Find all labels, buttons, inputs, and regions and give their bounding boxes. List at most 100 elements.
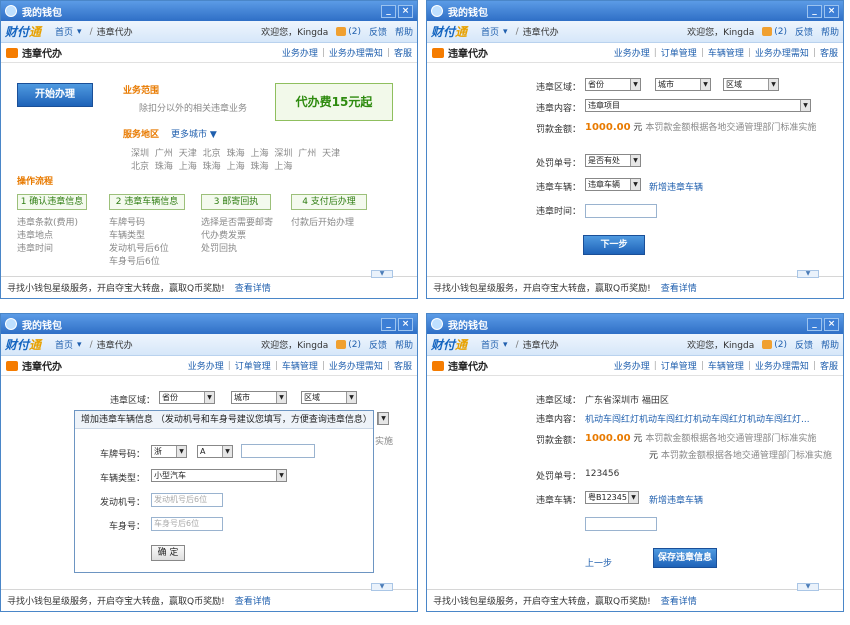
close-button[interactable]: × [824, 317, 839, 331]
plate-province-select[interactable]: 浙 ▼ [151, 445, 187, 458]
help-link[interactable]: 帮助 [821, 338, 839, 351]
more-cities-link[interactable]: 更多城市 ▼ [171, 127, 217, 140]
add-vehicle-link[interactable]: 新增违章车辆 [649, 493, 703, 506]
vehicle-select[interactable]: 违章车辆 ▼ [585, 178, 641, 191]
tab-business[interactable]: 业务办理 [614, 46, 650, 59]
chevron-down-icon: ▼ [276, 470, 286, 481]
collapse-toggle[interactable]: ▼ [371, 583, 393, 591]
footer-details-link[interactable]: 查看详情 [661, 281, 697, 294]
plate-letter-select[interactable]: A ▼ [197, 445, 233, 458]
step-2: 2 违章车辆信息 [109, 194, 185, 210]
footer-text: 寻找小钱包星级服务，开启夺宝大转盘，赢取Q币奖励! [433, 597, 651, 607]
tab-vehicles[interactable]: 车辆管理 [708, 359, 744, 372]
minimize-button[interactable]: _ [807, 4, 822, 18]
chevron-down-icon: ▼ [222, 446, 232, 457]
tab-business[interactable]: 业务办理 [188, 359, 224, 372]
help-link[interactable]: 帮助 [395, 25, 413, 38]
minimize-button[interactable]: _ [381, 317, 396, 331]
tab-notice[interactable]: 业务办理需知 [329, 359, 383, 372]
messages-link[interactable]: (2) [762, 339, 787, 350]
ticket-select[interactable]: 是否有处 ▼ [585, 154, 641, 167]
tab-service[interactable]: 客服 [820, 46, 838, 59]
start-button[interactable]: 开始办理 [17, 83, 93, 107]
help-link[interactable]: 帮助 [821, 25, 839, 38]
vehicle-type-select[interactable]: 小型汽车 ▼ [151, 469, 287, 482]
tab-vehicles[interactable]: 车辆管理 [708, 46, 744, 59]
confirm-button[interactable]: 确 定 [151, 545, 185, 561]
messages-link[interactable]: (2) [336, 339, 361, 350]
content-select[interactable]: 违章项目 ▼ [585, 99, 811, 112]
fine-label: 罚款金额： [535, 436, 581, 446]
tab-orders[interactable]: 订单管理 [661, 359, 697, 372]
chevron-down-icon[interactable]: ▾ [503, 27, 508, 37]
messages-link[interactable]: (2) [762, 26, 787, 37]
feedback-link[interactable]: 反馈 [795, 25, 813, 38]
footer-details-link[interactable]: 查看详情 [235, 594, 271, 607]
chevron-down-icon[interactable]: ▾ [503, 340, 508, 350]
nav-home-link[interactable]: 首页 [481, 338, 499, 351]
close-button[interactable]: × [398, 317, 413, 331]
tab-service[interactable]: 客服 [820, 359, 838, 372]
city-select[interactable]: 城市 ▼ [655, 78, 711, 91]
tab-service[interactable]: 客服 [394, 359, 412, 372]
province-select[interactable]: 省份 ▼ [585, 78, 641, 91]
tab-notice[interactable]: 业务办理需知 [755, 359, 809, 372]
collapse-toggle[interactable]: ▼ [371, 270, 393, 278]
section-header: 违章代办 业务办理 | 业务办理需知 | 客服 [1, 43, 417, 63]
tab-service[interactable]: 客服 [394, 46, 412, 59]
chevron-down-icon[interactable]: ▾ [77, 340, 82, 350]
minimize-button[interactable]: _ [807, 317, 822, 331]
nav-home-link[interactable]: 首页 [481, 25, 499, 38]
add-vehicle-link[interactable]: 新增违章车辆 [649, 180, 703, 193]
window-titlebar: 我的钱包 _ × [427, 314, 843, 334]
district-select[interactable]: 区域 ▼ [723, 78, 779, 91]
window-titlebar: 我的钱包 _ × [427, 1, 843, 21]
minimize-button[interactable]: _ [381, 4, 396, 18]
window-titlebar: 我的钱包 _ × [1, 314, 417, 334]
nav-bar: 财付通 首页 ▾ / 违章代办 欢迎您，Kingda (2) 反馈 帮助 [427, 21, 843, 43]
feedback-link[interactable]: 反馈 [369, 338, 387, 351]
chevron-down-icon[interactable]: ▾ [77, 27, 82, 37]
chevron-down-icon: ▼ [204, 392, 214, 403]
footer-details-link[interactable]: 查看详情 [661, 594, 697, 607]
window-title: 我的钱包 [448, 320, 488, 332]
nav-home-link[interactable]: 首页 [55, 338, 73, 351]
close-button[interactable]: × [398, 4, 413, 18]
feedback-link[interactable]: 反馈 [369, 25, 387, 38]
tab-notice[interactable]: 业务办理需知 [755, 46, 809, 59]
vehicle-select[interactable]: 粤B12345 ▼ [585, 491, 639, 504]
tab-business[interactable]: 业务办理 [614, 359, 650, 372]
tab-orders[interactable]: 订单管理 [661, 46, 697, 59]
district-select[interactable]: 区域 ▼ [301, 391, 357, 404]
time-input[interactable] [585, 517, 657, 531]
save-violation-button[interactable]: 保存违章信息 [653, 548, 717, 568]
help-link[interactable]: 帮助 [395, 338, 413, 351]
province-select[interactable]: 省份 ▼ [159, 391, 215, 404]
engine-label: 发动机号： [99, 498, 145, 508]
tab-business[interactable]: 业务办理 [282, 46, 318, 59]
body-number-input[interactable]: 车身号后6位 [151, 517, 223, 531]
footer-details-link[interactable]: 查看详情 [235, 281, 271, 294]
step-3: 3 邮寄回执 [201, 194, 271, 210]
time-input[interactable] [585, 204, 657, 218]
plate-number-input[interactable] [241, 444, 315, 458]
prev-step-link[interactable]: 上一步 [585, 556, 612, 569]
content-label: 违章内容： [535, 104, 581, 114]
collapse-toggle[interactable]: ▼ [797, 270, 819, 278]
content-select-partial[interactable]: ▼ [377, 412, 389, 425]
step-1: 1 确认违章信息 [17, 194, 87, 210]
ticket-value: 123456 [585, 469, 620, 479]
tab-notice[interactable]: 业务办理需知 [329, 46, 383, 59]
add-vehicle-dialog: 增加违章车辆信息 （发动机号和车身号建议您填写，方便查询违章信息） 车牌号码： … [74, 410, 374, 573]
feedback-link[interactable]: 反馈 [795, 338, 813, 351]
next-button[interactable]: 下一步 [583, 235, 645, 255]
close-button[interactable]: × [824, 4, 839, 18]
nav-home-link[interactable]: 首页 [55, 25, 73, 38]
collapse-toggle[interactable]: ▼ [797, 583, 819, 591]
tab-vehicles[interactable]: 车辆管理 [282, 359, 318, 372]
tab-orders[interactable]: 订单管理 [235, 359, 271, 372]
messages-link[interactable]: (2) [336, 26, 361, 37]
engine-input[interactable]: 发动机号后6位 [151, 493, 223, 507]
city-select[interactable]: 城市 ▼ [231, 391, 287, 404]
content-value-link[interactable]: 机动车闯红灯机动车闯红灯机动车闯红灯机动车闯红灯... [585, 412, 833, 425]
